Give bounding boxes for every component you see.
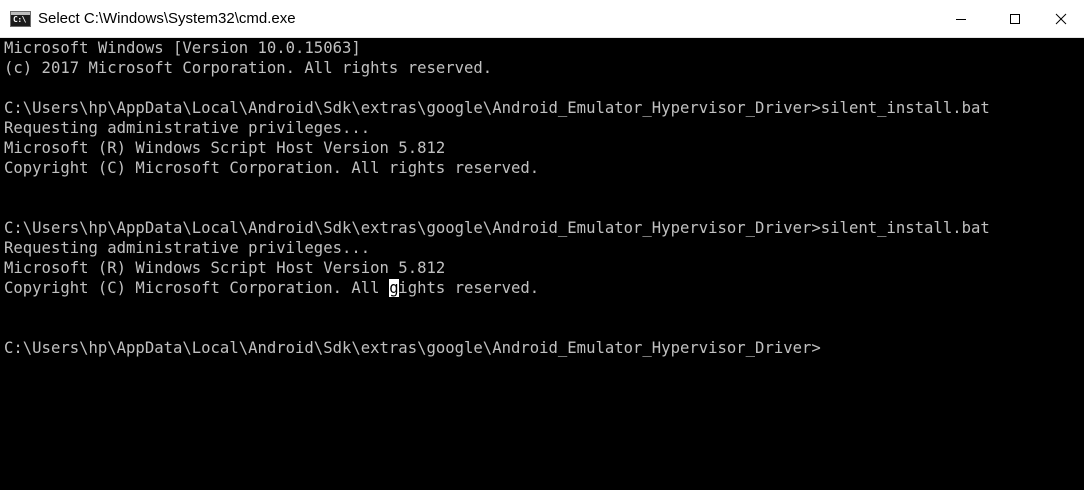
maximize-icon (1010, 13, 1020, 24)
cmd-app-icon[interactable]: C:\ (10, 11, 31, 27)
close-icon (1055, 13, 1067, 24)
console-output[interactable]: Microsoft Windows [Version 10.0.15063] (… (0, 38, 1084, 490)
console-line: Microsoft (R) Windows Script Host Versio… (4, 139, 446, 157)
console-line: Microsoft (R) Windows Script Host Versio… (4, 259, 446, 277)
console-line: C:\Users\hp\AppData\Local\Android\Sdk\ex… (4, 99, 990, 117)
close-button[interactable] (1038, 0, 1084, 37)
console-line: (c) 2017 Microsoft Corporation. All righ… (4, 59, 493, 77)
minimize-button[interactable] (938, 0, 984, 37)
console-line: Requesting administrative privileges... (4, 239, 371, 257)
console-line: Microsoft Windows [Version 10.0.15063] (4, 39, 361, 57)
console-line: Requesting administrative privileges... (4, 119, 371, 137)
title-bar[interactable]: C:\ Select C:\Windows\System32\cmd.exe (0, 0, 1084, 38)
console-line: Copyright (C) Microsoft Corporation. All… (4, 159, 540, 177)
console-line: Copyright (C) Microsoft Corporation. All… (4, 279, 540, 297)
console-line: C:\Users\hp\AppData\Local\Android\Sdk\ex… (4, 219, 990, 237)
selected-character: g (389, 279, 399, 297)
maximize-button[interactable] (992, 0, 1038, 37)
cmd-window: C:\ Select C:\Windows\System32\cmd.exe M… (0, 0, 1084, 490)
window-title: Select C:\Windows\System32\cmd.exe (38, 10, 296, 27)
console-line: C:\Users\hp\AppData\Local\Android\Sdk\ex… (4, 339, 821, 357)
app-icon-label: C:\ (13, 15, 26, 24)
minimize-icon (956, 18, 966, 20)
